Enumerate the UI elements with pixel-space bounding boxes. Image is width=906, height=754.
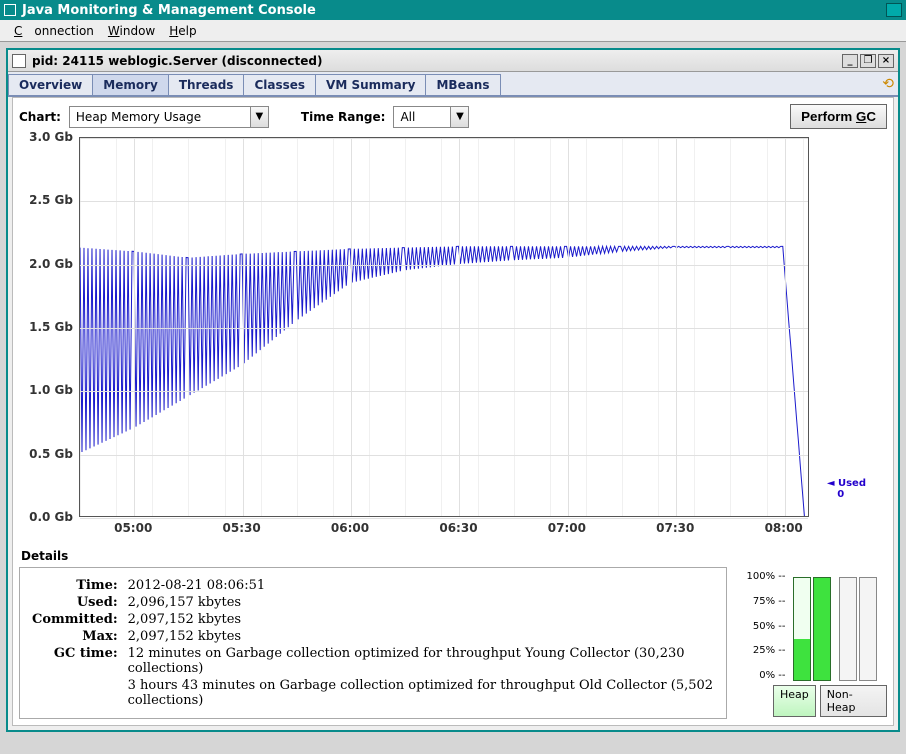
reconnect-icon[interactable]: ⟲ (878, 74, 898, 95)
plot-area[interactable]: ◄ Used 0 (79, 137, 809, 517)
tab-memory[interactable]: Memory (92, 74, 169, 95)
menubar: Connection Window Help (0, 20, 906, 42)
series-legend: ◄ Used 0 (827, 478, 866, 500)
detail-used: 2,096,157 kbytes (128, 595, 714, 610)
tab-threads[interactable]: Threads (168, 74, 245, 95)
detail-gc1: 12 minutes on Garbage collection optimiz… (128, 646, 714, 676)
internal-frame: pid: 24115 weblogic.Server (disconnected… (6, 48, 900, 732)
close-icon[interactable]: × (878, 54, 894, 68)
window-titlebar: Java Monitoring & Management Console (0, 0, 906, 20)
x-axis: 05:0005:3006:0006:3007:0007:3008:00 (79, 517, 809, 539)
menu-connection[interactable]: Connection (8, 22, 100, 40)
frame-title: pid: 24115 weblogic.Server (disconnected… (32, 54, 322, 68)
detail-gc2: 3 hours 43 minutes on Garbage collection… (128, 678, 714, 708)
timerange-selector[interactable]: All ▼ (393, 106, 469, 128)
tab-overview[interactable]: Overview (8, 74, 93, 95)
memory-bars: 100% --75% --50% --25% --0% -- Heap Non-… (739, 567, 887, 719)
internal-frame-titlebar: pid: 24115 weblogic.Server (disconnected… (8, 50, 898, 72)
timerange-value: All (394, 110, 450, 124)
detail-time: 2012-08-21 08:06:51 (128, 578, 714, 593)
menu-help[interactable]: Help (163, 22, 202, 40)
heap-bars[interactable] (791, 571, 833, 681)
nonheap-button[interactable]: Non-Heap (820, 685, 887, 717)
chevron-down-icon: ▼ (250, 107, 268, 127)
restore-icon[interactable]: ❐ (860, 54, 876, 68)
tab-mbeans[interactable]: MBeans (425, 74, 500, 95)
app-icon (4, 4, 16, 16)
y-axis: 0.0 Gb0.5 Gb1.0 Gb1.5 Gb2.0 Gb2.5 Gb3.0 … (19, 137, 79, 517)
memory-panel: Chart: Heap Memory Usage ▼ Time Range: A… (12, 97, 894, 726)
memory-chart: 0.0 Gb0.5 Gb1.0 Gb1.5 Gb2.0 Gb2.5 Gb3.0 … (19, 137, 887, 517)
tabbar: Overview Memory Threads Classes VM Summa… (8, 72, 898, 97)
chart-selector[interactable]: Heap Memory Usage ▼ (69, 106, 269, 128)
menu-window[interactable]: Window (102, 22, 161, 40)
tab-classes[interactable]: Classes (243, 74, 316, 95)
chart-label: Chart: (19, 110, 61, 124)
detail-max: 2,097,152 kbytes (128, 629, 714, 644)
tab-vmsummary[interactable]: VM Summary (315, 74, 426, 95)
chart-selector-value: Heap Memory Usage (70, 110, 250, 124)
details-heading: Details (21, 549, 887, 563)
details-box: Time:2012-08-21 08:06:51 Used:2,096,157 … (19, 567, 727, 719)
detail-committed: 2,097,152 kbytes (128, 612, 714, 627)
chevron-down-icon: ▼ (450, 107, 468, 127)
perform-gc-button[interactable]: Perform GC (790, 104, 887, 129)
maximize-icon[interactable] (886, 3, 902, 17)
frame-icon (12, 54, 26, 68)
timerange-label: Time Range: (301, 110, 386, 124)
heap-button[interactable]: Heap (773, 685, 816, 717)
minimize-icon[interactable]: _ (842, 54, 858, 68)
nonheap-bars[interactable] (837, 571, 879, 681)
window-title: Java Monitoring & Management Console (22, 3, 316, 18)
